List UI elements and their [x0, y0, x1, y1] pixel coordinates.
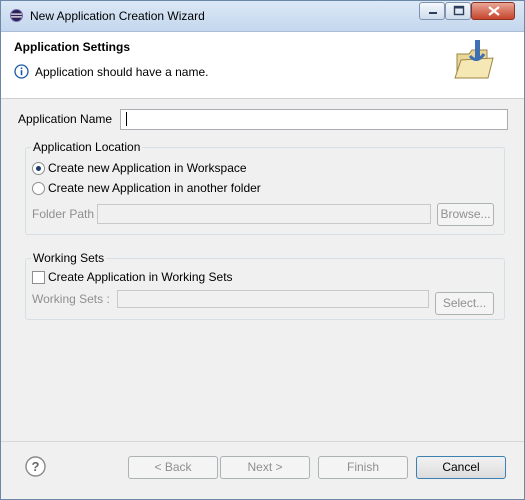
- text-caret: [126, 112, 127, 126]
- next-button[interactable]: Next >: [220, 456, 310, 479]
- other-folder-radio[interactable]: [32, 182, 45, 195]
- cancel-button[interactable]: Cancel: [416, 456, 506, 479]
- close-button[interactable]: [471, 2, 515, 20]
- maximize-icon: [453, 5, 465, 16]
- workspace-radio[interactable]: [32, 162, 45, 175]
- close-icon: [488, 6, 500, 16]
- application-name-input[interactable]: [120, 109, 508, 130]
- new-folder-icon: [454, 40, 494, 79]
- eclipse-icon: [10, 9, 23, 22]
- working-sets-input[interactable]: [117, 290, 429, 308]
- minimize-icon: [429, 12, 437, 14]
- working-sets-group: [25, 258, 505, 320]
- header-message: Application should have a name.: [35, 65, 209, 79]
- working-sets-checkbox[interactable]: [32, 271, 45, 284]
- folder-path-label: Folder Path: [32, 207, 95, 221]
- wizard-window: New Application Creation Wizard Applicat…: [0, 0, 525, 500]
- finish-button[interactable]: Finish: [318, 456, 408, 479]
- folder-path-input[interactable]: [97, 204, 431, 224]
- svg-text:?: ?: [32, 459, 40, 474]
- back-button[interactable]: < Back: [128, 456, 218, 479]
- title-bar[interactable]: New Application Creation Wizard: [1, 1, 524, 32]
- workspace-radio-label[interactable]: Create new Application in Workspace: [48, 161, 247, 175]
- working-sets-checkbox-label[interactable]: Create Application in Working Sets: [48, 270, 233, 284]
- application-name-label: Application Name: [18, 112, 113, 126]
- page-title: Application Settings: [14, 40, 131, 54]
- help-icon[interactable]: ?: [25, 456, 46, 477]
- working-sets-title: Working Sets: [31, 251, 107, 265]
- working-sets-label: Working Sets :: [32, 292, 110, 306]
- browse-button[interactable]: Browse...: [437, 203, 494, 226]
- application-location-title: Application Location: [31, 140, 143, 154]
- window-title: New Application Creation Wizard: [30, 9, 205, 23]
- minimize-button[interactable]: [419, 2, 445, 20]
- select-button[interactable]: Select...: [435, 292, 494, 315]
- footer-separator: [1, 441, 524, 442]
- other-folder-radio-label[interactable]: Create new Application in another folder: [48, 181, 261, 195]
- maximize-button[interactable]: [445, 2, 471, 20]
- info-icon: [14, 64, 29, 79]
- wizard-header: Application Settings Application should …: [1, 32, 524, 99]
